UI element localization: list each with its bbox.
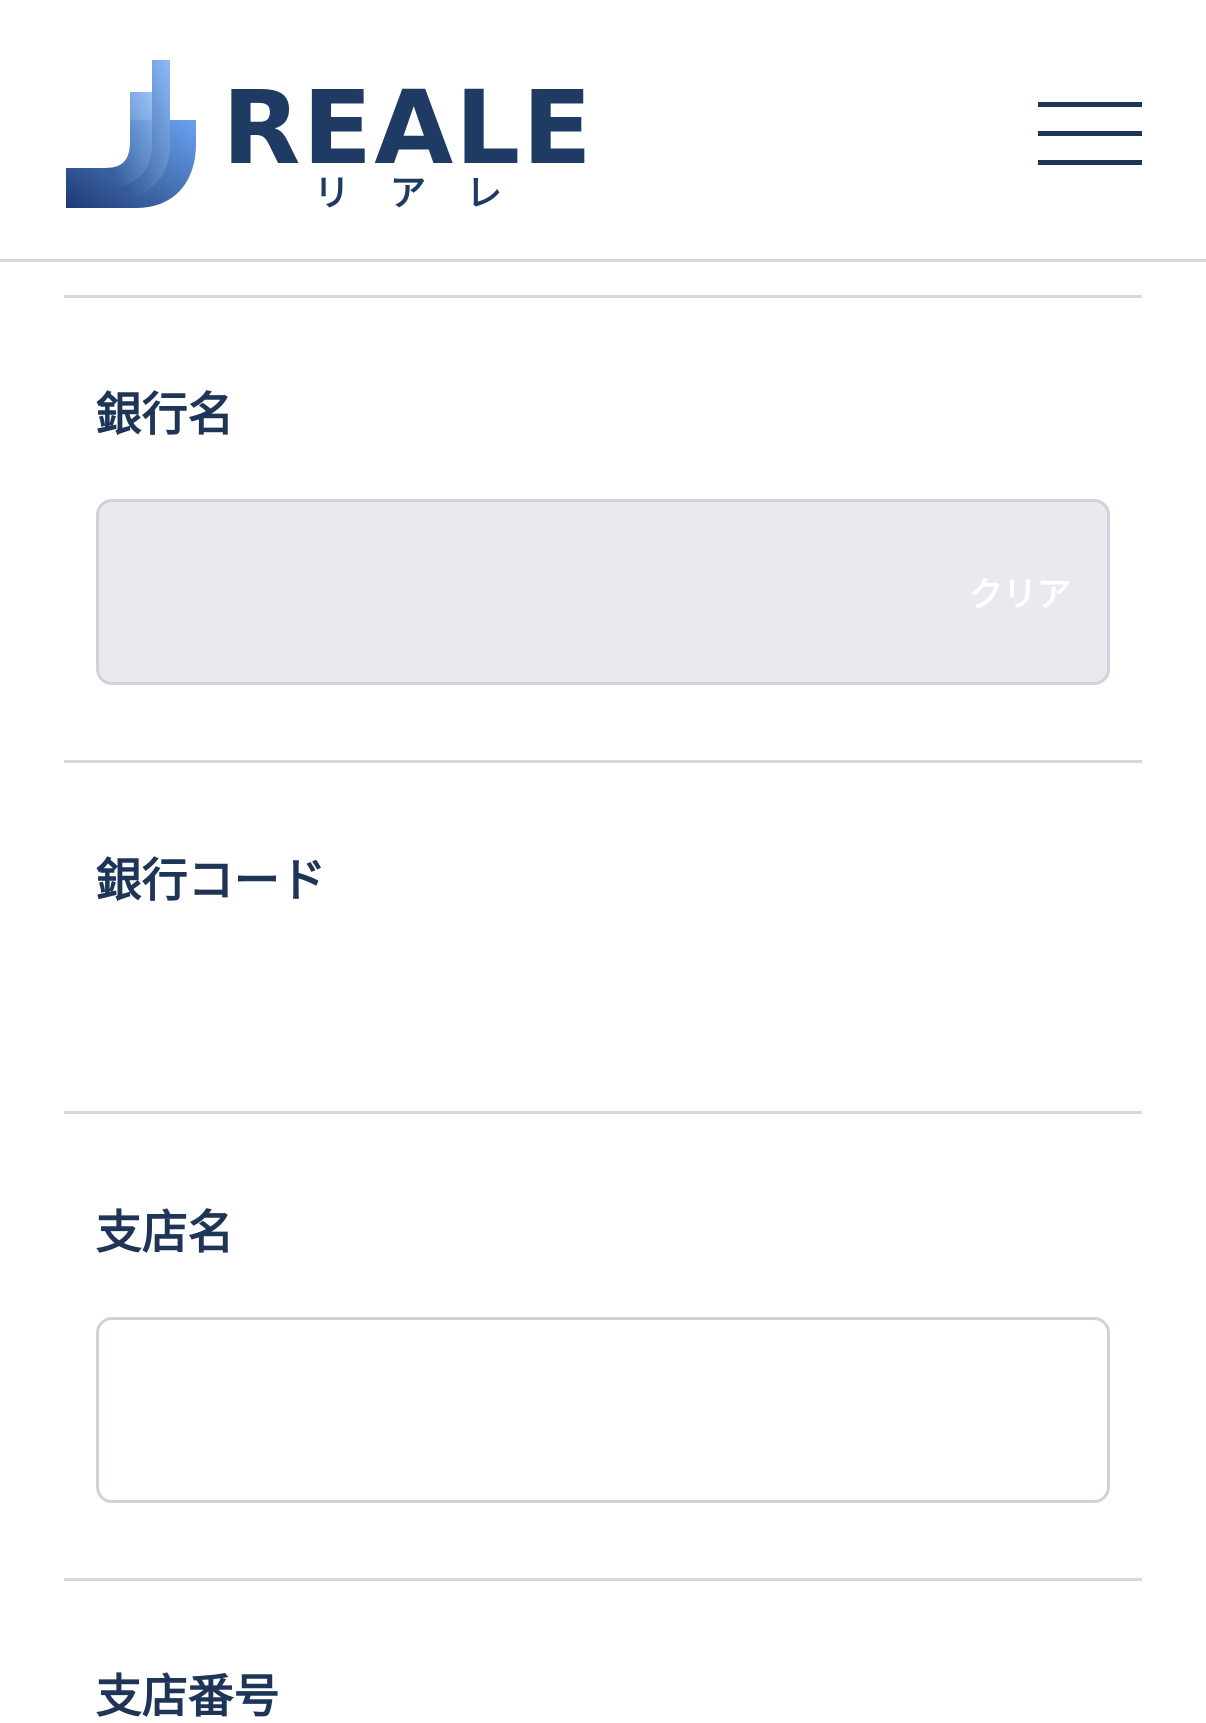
hamburger-menu-button[interactable] — [1038, 100, 1142, 170]
menu-bar-middle — [1038, 131, 1142, 136]
bank-name-field[interactable]: クリア — [96, 499, 1110, 685]
branch-name-field[interactable] — [96, 1317, 1110, 1503]
section-divider — [64, 295, 1142, 298]
branch-name-input[interactable] — [99, 1320, 1107, 1500]
branch-number-label: 支店番号 — [96, 1669, 280, 1723]
section-divider — [64, 1111, 1142, 1114]
menu-bar-bottom — [1038, 160, 1142, 165]
branch-name-label: 支店名 — [96, 1205, 234, 1259]
bank-code-label: 銀行コード — [96, 853, 326, 907]
site-header: REALE リアレ — [0, 0, 1206, 262]
reale-logo[interactable]: REALE リアレ — [66, 58, 592, 218]
logo-kana: リアレ — [314, 173, 543, 214]
bank-name-clear-button[interactable]: クリア — [969, 578, 1071, 612]
logo-mark-icon — [66, 60, 196, 208]
bank-name-label: 銀行名 — [96, 387, 234, 441]
hamburger-menu-icon — [1038, 102, 1142, 107]
section-divider — [64, 760, 1142, 763]
logo-wordmark: REALE — [222, 69, 594, 188]
section-divider — [64, 1578, 1142, 1581]
bank-name-input[interactable] — [99, 502, 1107, 682]
